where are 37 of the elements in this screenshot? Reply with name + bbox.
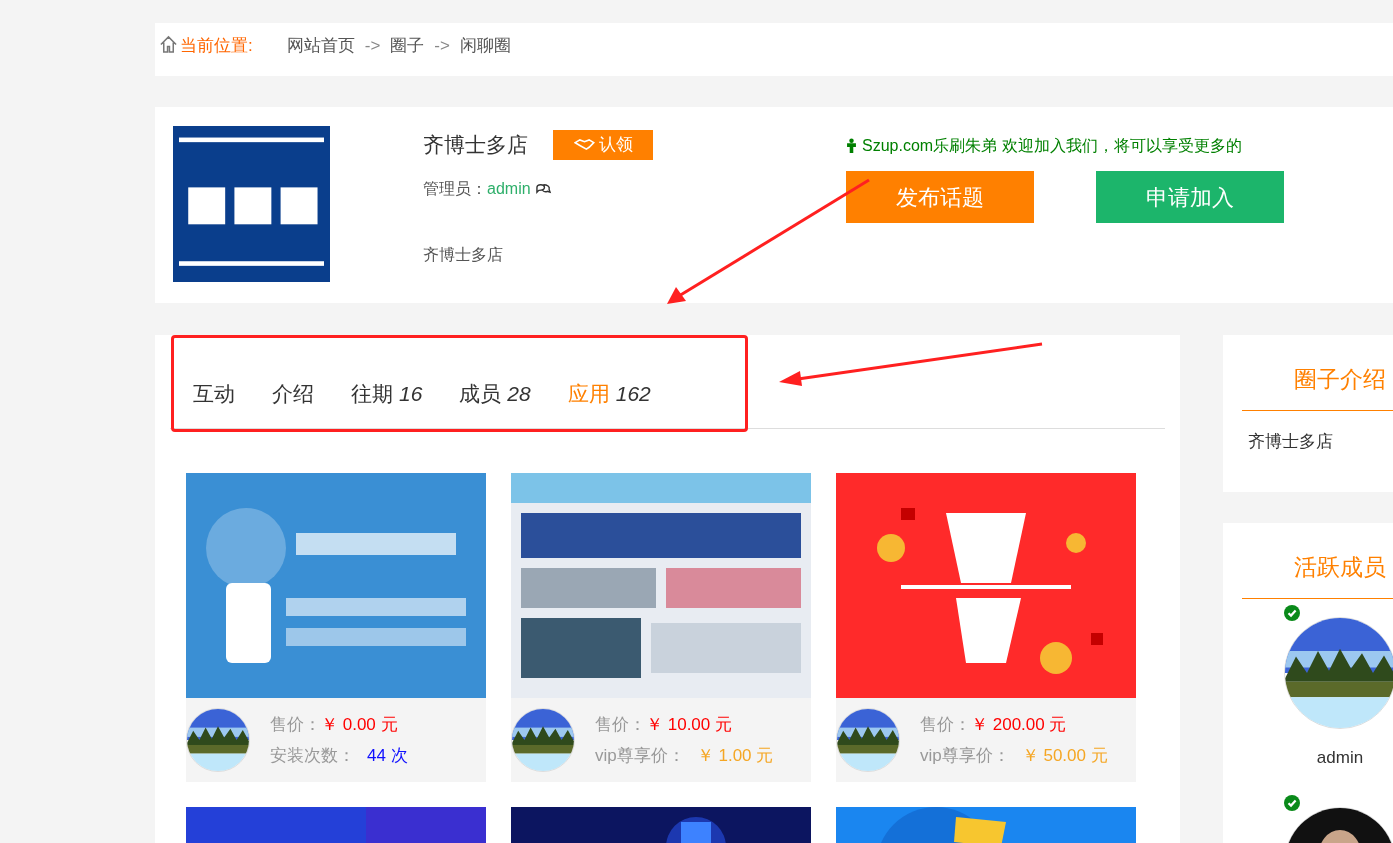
tab[interactable]: 互动 <box>193 383 235 404</box>
admin-label: 管理员： <box>423 178 487 199</box>
member-name[interactable]: admin <box>1316 745 1364 771</box>
group-name: 齐博士多店 <box>423 132 528 158</box>
breadcrumb-separator: -> <box>364 35 381 57</box>
price-value: ￥ 10.00 元 <box>646 713 732 736</box>
location-label: 当前位置: <box>180 35 253 57</box>
breadcrumb-link[interactable]: 圈子 <box>390 33 425 59</box>
install-count-value: 44 次 <box>367 745 408 767</box>
section-title: 活跃成员 <box>1294 552 1386 582</box>
vip-price-value: ￥ 50.00 元 <box>1021 745 1108 767</box>
tab[interactable]: 往期 16 <box>351 383 423 404</box>
home-icon <box>159 35 178 54</box>
check-icon <box>1284 795 1300 811</box>
tab[interactable]: 介绍 <box>272 383 314 404</box>
handshake-icon <box>573 138 595 152</box>
price-label: 售价： <box>595 713 646 736</box>
vip-price-label: vip尊享价： <box>595 745 685 767</box>
vip-price-label: vip尊享价： <box>920 745 1010 767</box>
vip-price-value: ￥ 1.00 元 <box>696 745 774 767</box>
tab[interactable]: 应用 162 <box>567 383 651 404</box>
welcome-message: Szup.com乐刷朱弟 欢迎加入我们，将可以享受更多的 <box>862 136 1242 156</box>
price-label: 售价： <box>270 713 321 736</box>
price-label: 售价： <box>920 713 971 736</box>
tab[interactable]: 成员 28 <box>459 383 531 404</box>
chat-icon <box>534 181 552 196</box>
breadcrumb-link[interactable]: 网站首页 <box>286 33 355 59</box>
install-count-label: 安装次数： <box>270 745 355 767</box>
check-icon <box>1284 605 1300 621</box>
price-value: ￥ 200.00 元 <box>971 713 1067 736</box>
person-icon <box>846 138 857 154</box>
breadcrumb-link[interactable]: 闲聊圈 <box>459 33 511 59</box>
group-description: 齐博士多店 <box>423 244 504 265</box>
section-title: 圈子介绍 <box>1294 364 1386 394</box>
price-value: ￥ 0.00 元 <box>321 713 398 736</box>
intro-text: 齐博士多店 <box>1248 431 1334 453</box>
breadcrumb-separator: -> <box>434 35 450 57</box>
